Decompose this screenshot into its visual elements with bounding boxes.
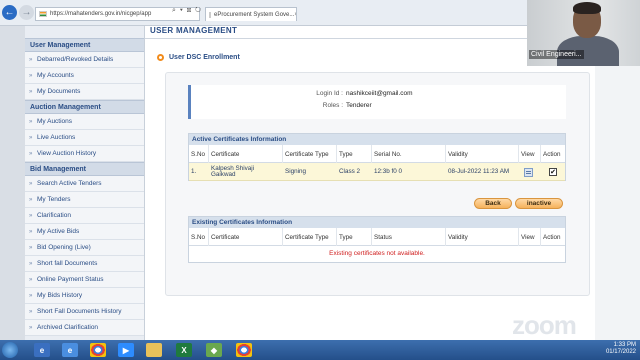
main-content: USER MANAGEMENT User DSC Enrollment Logi… <box>145 26 595 340</box>
sidebar-item-clarification[interactable]: Clarification <box>25 208 144 224</box>
folder-icon[interactable] <box>146 343 162 357</box>
login-id-value: nashikceiit@gmail.com <box>346 90 413 97</box>
participant-hair <box>573 2 601 14</box>
video-tile: Civil Engineeri... <box>527 0 640 66</box>
close-icon[interactable]: × <box>294 12 296 18</box>
action-checkbox[interactable]: ✔ <box>549 168 557 176</box>
col-type: Type <box>337 228 372 246</box>
sidebar-item-my-accounts[interactable]: My Accounts <box>25 68 144 84</box>
ie-icon[interactable]: e <box>62 343 78 357</box>
cell-certificate-type: Signing <box>285 167 307 175</box>
cell-serial-no: 12:3b f0 0 <box>374 167 403 175</box>
col-validity: Validity <box>446 228 519 246</box>
col-validity: Validity <box>446 145 519 163</box>
system-clock[interactable]: 1:33 PM 01/17/2022 <box>606 342 636 356</box>
sidebar-item-search-active-tenders[interactable]: Search Active Tenders <box>25 176 144 192</box>
cell-validity: 08-Jul-2022 11:23 AM <box>448 167 510 175</box>
paint-icon[interactable]: ◆ <box>206 343 222 357</box>
tab-title: eProcurement System Gove... <box>214 11 295 18</box>
enrollment-panel: Login Id : nashikceiit@gmail.com Roles :… <box>165 72 590 296</box>
section-title: User DSC Enrollment <box>157 54 240 61</box>
col-certificate-type: Certificate Type <box>283 145 337 163</box>
india-flag-icon <box>39 11 47 17</box>
sidebar-item-my-active-bids[interactable]: My Active Bids <box>25 224 144 240</box>
clock-date: 01/17/2022 <box>605 349 636 355</box>
col-type: Type <box>337 145 372 163</box>
right-margin <box>595 26 640 340</box>
col-certificate: Certificate <box>209 228 283 246</box>
sidebar-item-online-payment-status[interactable]: Online Payment Status <box>25 272 144 288</box>
table-header: S.No Certificate Certificate Type Type S… <box>189 145 565 163</box>
col-view: View <box>519 228 541 246</box>
chrome-icon[interactable] <box>236 343 252 357</box>
active-certificates-section: Active Certificates Information S.No Cer… <box>188 133 566 181</box>
sidebar-section-user-management: User Management <box>25 38 144 52</box>
forward-arrow-icon[interactable]: → <box>19 5 34 20</box>
zoom-icon[interactable]: ▶ <box>118 343 134 357</box>
bullet-icon <box>157 54 164 61</box>
existing-certificates-section: Existing Certificates Information S.No C… <box>188 216 566 263</box>
col-action: Action <box>543 150 561 158</box>
cell-type: Class 2 <box>339 167 360 175</box>
left-strip <box>0 26 25 340</box>
table-header: S.No Certificate Certificate Type Type S… <box>189 228 565 246</box>
col-sno: S.No <box>189 228 209 246</box>
table-row: 1. Kalpesh Shivaji Gaikwad Signing Class… <box>189 163 565 181</box>
sidebar-section-bid-management: Bid Management <box>25 162 144 176</box>
taskbar: e e ▶ X ◆ 1:33 PM 01/17/2022 <box>0 340 640 360</box>
sidebar-item-my-documents[interactable]: My Documents <box>25 84 144 100</box>
sidebar-item-archived-clarification[interactable]: Archived Clarification <box>25 320 144 336</box>
user-info-box: Login Id : nashikceiit@gmail.com Roles :… <box>188 85 566 119</box>
sidebar-item-my-bids-history[interactable]: My Bids History <box>25 288 144 304</box>
url-text: https://mahatenders.gov.in/nicgep/app <box>50 11 152 17</box>
back-arrow-icon[interactable]: ← <box>2 5 17 20</box>
col-view: View <box>519 145 541 163</box>
col-status: Status <box>372 228 446 246</box>
zoom-watermark: zoom <box>512 310 577 340</box>
sidebar-section-auction-management: Auction Management <box>25 100 144 114</box>
sidebar: User Management Debarred/Revoked Details… <box>25 26 145 340</box>
view-certificate-icon[interactable] <box>524 167 533 177</box>
clock-time: 1:33 PM <box>613 342 636 348</box>
existing-certificates-heading: Existing Certificates Information <box>189 217 565 228</box>
address-tools-icons[interactable]: ⌕ ▾ ⊠ ↻ <box>172 7 202 15</box>
india-flag-icon <box>209 11 211 18</box>
active-certificates-heading: Active Certificates Information <box>189 134 565 145</box>
browser-tab[interactable]: eProcurement System Gove... × <box>205 7 297 21</box>
sidebar-item-my-auctions[interactable]: My Auctions <box>25 114 144 130</box>
sidebar-item-short-fall-documents[interactable]: Short fall Documents <box>25 256 144 272</box>
cell-view <box>522 163 542 181</box>
back-button[interactable]: Back <box>474 198 512 209</box>
start-button-icon[interactable] <box>2 342 18 358</box>
col-sno: S.No <box>189 145 209 163</box>
inactive-button[interactable]: inactive <box>515 198 563 209</box>
col-certificate-type: Certificate Type <box>283 228 337 246</box>
dsc-enrollment-label: User DSC Enrollment <box>169 54 240 61</box>
sidebar-item-live-auctions[interactable]: Live Auctions <box>25 130 144 146</box>
cell-certificate: Kalpesh Shivaji Gaikwad <box>211 164 255 178</box>
participant-name: Civil Engineeri... <box>529 50 584 59</box>
sidebar-item-view-auction-history[interactable]: View Auction History <box>25 146 144 162</box>
roles-label: Roles : <box>322 102 343 109</box>
sidebar-item-debarred-revoked-details[interactable]: Debarred/Revoked Details <box>25 52 144 68</box>
page-title: USER MANAGEMENT <box>150 26 238 35</box>
col-action: Action <box>543 233 561 241</box>
sidebar-item-short-fall-documents-history[interactable]: Short Fall Documents History <box>25 304 144 320</box>
excel-icon[interactable]: X <box>176 343 192 357</box>
cell-action: ✔ <box>547 163 567 181</box>
login-id-label: Login Id : <box>316 90 343 97</box>
sidebar-item-my-tenders[interactable]: My Tenders <box>25 192 144 208</box>
chrome-icon[interactable] <box>90 343 106 357</box>
col-serial-no: Serial No. <box>372 145 446 163</box>
ie-icon[interactable]: e <box>34 343 50 357</box>
empty-message: Existing certificates not available. <box>329 250 425 257</box>
sidebar-item-bid-opening-live[interactable]: Bid Opening (Live) <box>25 240 144 256</box>
col-certificate: Certificate <box>209 145 283 163</box>
cell-sno: 1. <box>191 167 197 175</box>
roles-value: Tenderer <box>346 102 372 109</box>
